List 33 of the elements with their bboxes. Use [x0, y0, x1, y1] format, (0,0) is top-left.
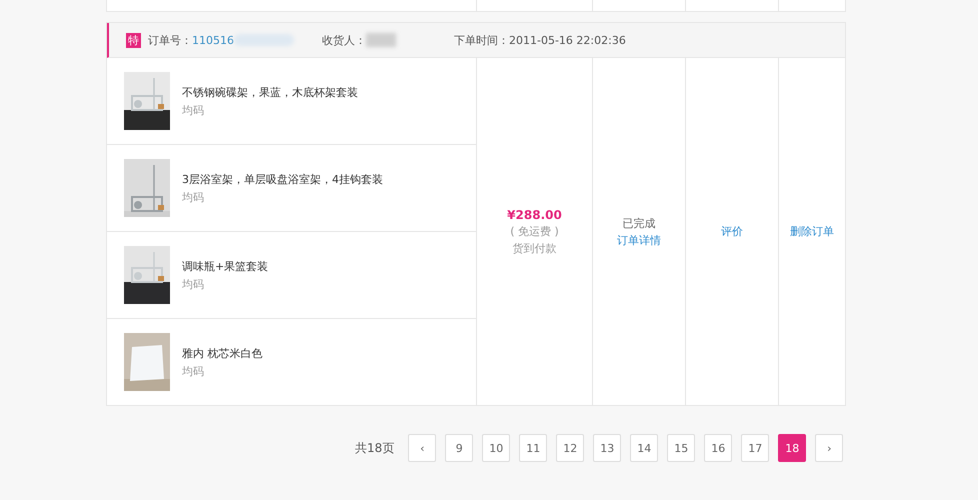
product-name[interactable]: 3层浴室架，单层吸盘浴室架，4挂钩套装: [182, 172, 383, 186]
order-detail-link[interactable]: 订单详情: [617, 232, 661, 248]
page-button[interactable]: 13: [593, 434, 622, 462]
order-status: 已完成: [622, 216, 656, 230]
product-name[interactable]: 不锈钢碗碟架，果蓝，木底杯架套装: [182, 84, 358, 100]
page-count: 共18页: [355, 440, 394, 456]
next-page-button[interactable]: ›: [815, 434, 844, 462]
page-button[interactable]: 11: [519, 434, 548, 462]
special-badge: 特: [126, 32, 141, 48]
product-size: 均码: [182, 276, 205, 292]
page-button[interactable]: 14: [630, 434, 658, 462]
page-button[interactable]: 12: [556, 434, 584, 462]
shipping-note: ( 免运费 ): [510, 224, 559, 238]
product-name[interactable]: 调味瓶+果篮套装: [182, 258, 268, 274]
product-name[interactable]: 雅内 枕芯米白色: [182, 346, 262, 360]
delete-order-link[interactable]: 删除订单: [790, 224, 834, 239]
product-size: 均码: [182, 102, 205, 118]
page-button[interactable]: 10: [482, 434, 510, 462]
product-size: 均码: [182, 364, 205, 378]
page-button[interactable]: 18: [778, 434, 806, 462]
order-time: 下单时间：2011-05-16 22:02:36: [454, 32, 626, 48]
review-link[interactable]: 评价: [721, 224, 743, 239]
page-button[interactable]: 16: [704, 434, 732, 462]
order-number-label: 订单号：: [148, 32, 192, 48]
previous-page-button[interactable]: ‹: [408, 434, 436, 462]
recipient-label: 收货人：: [322, 32, 366, 48]
payment-method: 货到付款: [512, 240, 556, 256]
product-size: 均码: [182, 190, 205, 204]
order-number-link[interactable]: 110516: [192, 34, 234, 46]
page-button[interactable]: 17: [741, 434, 770, 462]
order-price: ¥288.00: [507, 208, 562, 222]
page-button[interactable]: 15: [667, 434, 696, 462]
page-button[interactable]: 9: [445, 434, 474, 462]
